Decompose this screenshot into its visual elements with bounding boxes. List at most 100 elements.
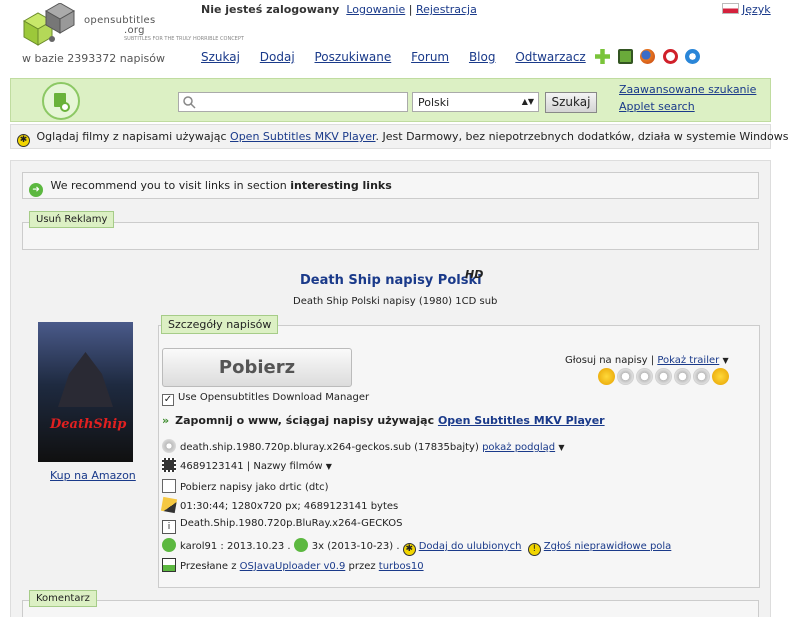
menu-item-search[interactable]: Szukaj bbox=[201, 50, 240, 64]
cube-icon[interactable] bbox=[617, 49, 633, 64]
logo-text: opensubtitles .org bbox=[84, 15, 156, 36]
trailer-link[interactable]: Pokaż trailer bbox=[657, 355, 719, 366]
subtitle-count: w bazie 2393372 napisów bbox=[22, 52, 166, 65]
happy-face-icon[interactable] bbox=[712, 368, 729, 385]
preview-link[interactable]: pokaż podgląd bbox=[482, 442, 555, 453]
advanced-search-links: Zaawansowane szukanie Applet search bbox=[619, 81, 756, 115]
ads-box bbox=[22, 222, 759, 250]
warning-badge-icon: ! bbox=[527, 543, 541, 556]
firefox-icon[interactable] bbox=[640, 49, 655, 64]
download-button[interactable]: Pobierz bbox=[162, 348, 352, 387]
info-icon: i bbox=[162, 520, 176, 534]
sent-tool-link[interactable]: OSJavaUploader v0.9 bbox=[240, 561, 346, 572]
uploader-info: karol91 : 2013.10.23 . bbox=[180, 541, 291, 552]
login-status-text: Nie jesteś zalogowany bbox=[201, 3, 340, 16]
comments-box bbox=[22, 600, 759, 617]
poster-title: DeathShip bbox=[50, 417, 127, 432]
arrow-right-icon: ➜ bbox=[29, 183, 43, 197]
login-link[interactable]: Logowanie bbox=[346, 3, 405, 16]
pencil-icon bbox=[160, 496, 178, 514]
plus-star-icon[interactable] bbox=[595, 49, 610, 64]
language-switch[interactable]: Język bbox=[722, 3, 771, 16]
favorite-link[interactable]: Dodaj do ulubionych bbox=[419, 541, 522, 552]
menu-item-add[interactable]: Dodaj bbox=[260, 50, 295, 64]
opera-icon[interactable] bbox=[662, 49, 678, 64]
menu-item-wanted[interactable]: Poszukiwane bbox=[315, 50, 392, 64]
chevron-down-icon[interactable]: ▼ bbox=[558, 443, 564, 452]
download-manager-checkbox[interactable]: ✓ bbox=[162, 394, 174, 406]
upload-box-icon bbox=[162, 558, 176, 572]
applet-search-link[interactable]: Applet search bbox=[619, 100, 695, 113]
download-manager-label: Use Opensubtitles Download Manager bbox=[178, 392, 370, 403]
download-manager-option[interactable]: ✓ Use Opensubtitles Download Manager bbox=[162, 392, 369, 406]
via-text: przez bbox=[348, 561, 376, 572]
search-button[interactable]: Szukaj bbox=[545, 92, 597, 113]
star-badge-icon: ✱ bbox=[17, 134, 30, 147]
rating-reel-icon[interactable] bbox=[674, 368, 691, 385]
menu-item-forum[interactable]: Forum bbox=[411, 50, 449, 64]
language-select[interactable]: Polski ▲▼ bbox=[412, 92, 539, 112]
hd-badge: HD bbox=[465, 268, 484, 281]
video-info-row: 01:30:44; 1280x720 px; 4689123141 bytes bbox=[160, 496, 399, 514]
movie-subtitle: Death Ship Polski napisy (1980) 1CD sub bbox=[293, 296, 498, 307]
movie-poster[interactable]: DeathShip bbox=[38, 322, 133, 462]
select-arrow-icon: ▲▼ bbox=[521, 97, 534, 106]
rating-reel-icon[interactable] bbox=[617, 368, 634, 385]
search-icon bbox=[183, 96, 196, 109]
rating-stars bbox=[598, 368, 731, 388]
vote-area: Głosuj na napisy | Pokaż trailer ▼ bbox=[565, 355, 729, 366]
download-dtc[interactable]: Pobierz napisy jako drtic (dtc) bbox=[180, 482, 329, 493]
language-link[interactable]: Język bbox=[742, 3, 771, 16]
menu-item-blog[interactable]: Blog bbox=[469, 50, 496, 64]
chevron-down-icon[interactable]: ▼ bbox=[722, 356, 728, 365]
ie-icon[interactable] bbox=[685, 49, 700, 64]
logo-cubes-icon bbox=[22, 2, 76, 46]
hash-row: 4689123141 | Nazwy filmów ▼ bbox=[162, 458, 332, 472]
comments-tag: Komentarz bbox=[29, 590, 97, 607]
language-select-value: Polski bbox=[418, 96, 450, 109]
mkv-bar-text-after: . Jest Darmowy, bez niepotrzebnych dodat… bbox=[375, 130, 788, 143]
remove-ads-tag[interactable]: Usuń Reklamy bbox=[29, 211, 115, 228]
rating-reel-icon[interactable] bbox=[636, 368, 653, 385]
dtc-row: Pobierz napisy jako drtic (dtc) bbox=[162, 479, 329, 493]
release-name: Death.Ship.1980.720p.BluRay.x264-GECKOS bbox=[180, 518, 403, 529]
uploader-row: karol91 : 2013.10.23 . 3x (2013-10-23) .… bbox=[162, 538, 671, 556]
chevron-down-icon[interactable]: ▼ bbox=[326, 462, 332, 471]
sent-row: Przesłane z OSJavaUploader v0.9 przez tu… bbox=[162, 558, 424, 572]
rating-reel-icon[interactable] bbox=[693, 368, 710, 385]
mkv-promo-link[interactable]: Open Subtitles MKV Player bbox=[438, 414, 605, 427]
mkv-player-link[interactable]: Open Subtitles MKV Player bbox=[230, 130, 376, 143]
release-row: i Death.Ship.1980.720p.BluRay.x264-GECKOS bbox=[162, 518, 402, 534]
toolbar-icons bbox=[595, 49, 704, 64]
film-upload-icon bbox=[54, 93, 70, 112]
downloads-info: 3x (2013-10-23) . bbox=[311, 541, 400, 552]
mkv-player-bar: ✱ Oglądaj filmy z napisami używając Open… bbox=[10, 124, 788, 149]
menu-item-player[interactable]: Odtwarzacz bbox=[515, 50, 585, 64]
via-user-link[interactable]: turbos10 bbox=[379, 561, 424, 572]
download-arrow-icon bbox=[293, 538, 308, 552]
recommend-bold: interesting links bbox=[290, 179, 392, 192]
search-input[interactable] bbox=[178, 92, 408, 112]
recommendation-box: ➜ We recommend you to visit links in sec… bbox=[22, 172, 759, 199]
hash-id: 4689123141 bbox=[180, 461, 244, 472]
upload-arrow-icon bbox=[162, 538, 176, 552]
amazon-link[interactable]: Kup na Amazon bbox=[50, 469, 136, 482]
video-info: 01:30:44; 1280x720 px; 4689123141 bytes bbox=[180, 501, 399, 512]
search-text-field[interactable] bbox=[197, 94, 402, 110]
film-icon bbox=[162, 458, 176, 472]
star-badge-icon: ✱ bbox=[402, 543, 416, 556]
names-dropdown[interactable]: Nazwy filmów bbox=[253, 461, 322, 472]
chevron-right-icon: » bbox=[162, 414, 170, 427]
vote-label: Głosuj na napisy bbox=[565, 355, 648, 366]
report-link[interactable]: Zgłoś nieprawidłowe pola bbox=[544, 541, 672, 552]
advanced-search-link[interactable]: Zaawansowane szukanie bbox=[619, 83, 756, 96]
sad-face-icon[interactable] bbox=[598, 368, 615, 385]
page-icon bbox=[162, 479, 176, 493]
upload-icon[interactable] bbox=[42, 82, 80, 120]
file-row: death.ship.1980.720p.bluray.x264-geckos.… bbox=[162, 439, 564, 453]
poster-ship-shape bbox=[58, 352, 113, 407]
register-link[interactable]: Rejestracja bbox=[416, 3, 477, 16]
movie-title[interactable]: Death Ship napisy Polski bbox=[300, 273, 482, 288]
rating-reel-icon[interactable] bbox=[655, 368, 672, 385]
details-tag: Szczegóły napisów bbox=[161, 315, 279, 334]
